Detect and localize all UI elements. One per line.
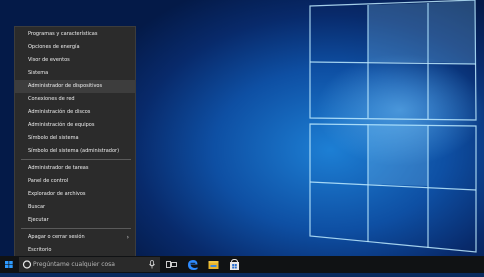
menu-item-power-options[interactable]: Opciones de energía (15, 41, 135, 54)
menu-item-label: Apagar o cerrar sesión (28, 234, 85, 240)
menu-item-command-prompt-admin[interactable]: Símbolo del sistema (administrador) (15, 145, 135, 158)
menu-item-run[interactable]: Ejecutar (15, 214, 135, 227)
search-box[interactable]: Pregúntame cualquier cosa (19, 257, 160, 272)
file-explorer-icon[interactable] (207, 258, 220, 271)
winx-context-menu: Programas y características Opciones de … (14, 26, 136, 258)
menu-item-shutdown-signout[interactable]: Apagar o cerrar sesión › (15, 231, 135, 244)
menu-item-network-connections[interactable]: Conexiones de red (15, 93, 135, 106)
start-button[interactable] (0, 256, 18, 273)
menu-item-system[interactable]: Sistema (15, 67, 135, 80)
menu-item-task-manager[interactable]: Administrador de tareas (15, 162, 135, 175)
taskbar: Pregúntame cualquier cosa (0, 256, 484, 273)
task-view-icon[interactable] (165, 258, 178, 271)
menu-item-disk-management[interactable]: Administración de discos (15, 106, 135, 119)
menu-item-file-explorer[interactable]: Explorador de archivos (15, 188, 135, 201)
menu-item-search[interactable]: Buscar (15, 201, 135, 214)
edge-icon[interactable] (186, 258, 199, 271)
menu-separator (21, 159, 131, 160)
menu-separator (21, 228, 131, 229)
menu-item-command-prompt[interactable]: Símbolo del sistema (15, 132, 135, 145)
cortana-circle-icon (22, 260, 32, 269)
chevron-right-icon: › (126, 234, 129, 241)
menu-item-device-manager[interactable]: Administrador de dispositivos (15, 80, 135, 93)
store-icon[interactable] (228, 258, 241, 271)
menu-item-control-panel[interactable]: Panel de control (15, 175, 135, 188)
search-placeholder: Pregúntame cualquier cosa (33, 261, 115, 268)
menu-item-event-viewer[interactable]: Visor de eventos (15, 54, 135, 67)
menu-item-programs-features[interactable]: Programas y características (15, 28, 135, 41)
windows-start-icon (5, 261, 13, 268)
menu-item-computer-management[interactable]: Administración de equipos (15, 119, 135, 132)
microphone-icon[interactable] (148, 257, 156, 272)
